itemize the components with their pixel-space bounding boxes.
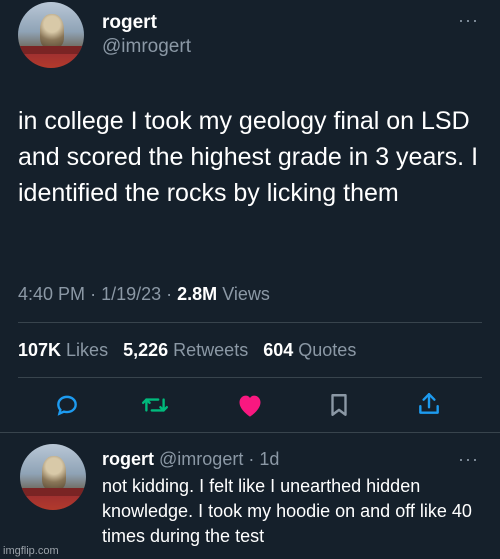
reply-header: rogert @imrogert · 1d [102, 449, 280, 469]
retweet-icon[interactable] [141, 392, 169, 418]
display-name[interactable]: rogert [102, 12, 157, 34]
reply-handle[interactable]: @imrogert [159, 449, 243, 469]
reply-age[interactable]: 1d [259, 449, 279, 469]
tweet-text: in college I took my geology final on LS… [18, 107, 479, 207]
tweet-meta: 4:40 PM · 1/19/23 · 2.8M Views [18, 284, 270, 304]
tweet-time[interactable]: 4:40 PM [18, 284, 85, 304]
likes-label: Likes [66, 340, 109, 360]
reply-avatar[interactable] [20, 444, 86, 510]
watermark: imgflip.com [3, 545, 59, 557]
more-options-icon[interactable]: ··· [458, 10, 479, 31]
retweets-label: Retweets [173, 340, 249, 360]
tweet-date[interactable]: 1/19/23 [101, 284, 161, 304]
reply-display-name[interactable]: rogert [102, 449, 154, 469]
reply-more-options-icon[interactable]: ··· [458, 449, 479, 470]
retweets-stat[interactable]: 5,226 Retweets [123, 340, 248, 360]
avatar[interactable] [18, 2, 84, 68]
likes-count: 107K [18, 340, 62, 360]
share-icon[interactable] [417, 391, 441, 417]
avatar-image [42, 456, 66, 490]
bookmark-icon[interactable] [328, 392, 350, 418]
views-label: Views [222, 284, 270, 304]
reply-text: not kidding. I felt like I unearthed hid… [102, 476, 472, 546]
divider [0, 432, 500, 433]
engagement-stats: 107K Likes 5,226 Retweets 604 Quotes [18, 340, 356, 361]
user-handle[interactable]: @imrogert [102, 36, 191, 58]
like-icon[interactable] [236, 392, 264, 418]
views-count: 2.8M [177, 284, 218, 304]
quotes-count: 604 [263, 340, 294, 360]
likes-stat[interactable]: 107K Likes [18, 340, 108, 360]
quotes-label: Quotes [298, 340, 357, 360]
quotes-stat[interactable]: 604 Quotes [263, 340, 356, 360]
divider [18, 377, 482, 378]
retweets-count: 5,226 [123, 340, 169, 360]
divider [18, 322, 482, 323]
reply-icon[interactable] [54, 392, 80, 418]
avatar-image [40, 14, 64, 48]
